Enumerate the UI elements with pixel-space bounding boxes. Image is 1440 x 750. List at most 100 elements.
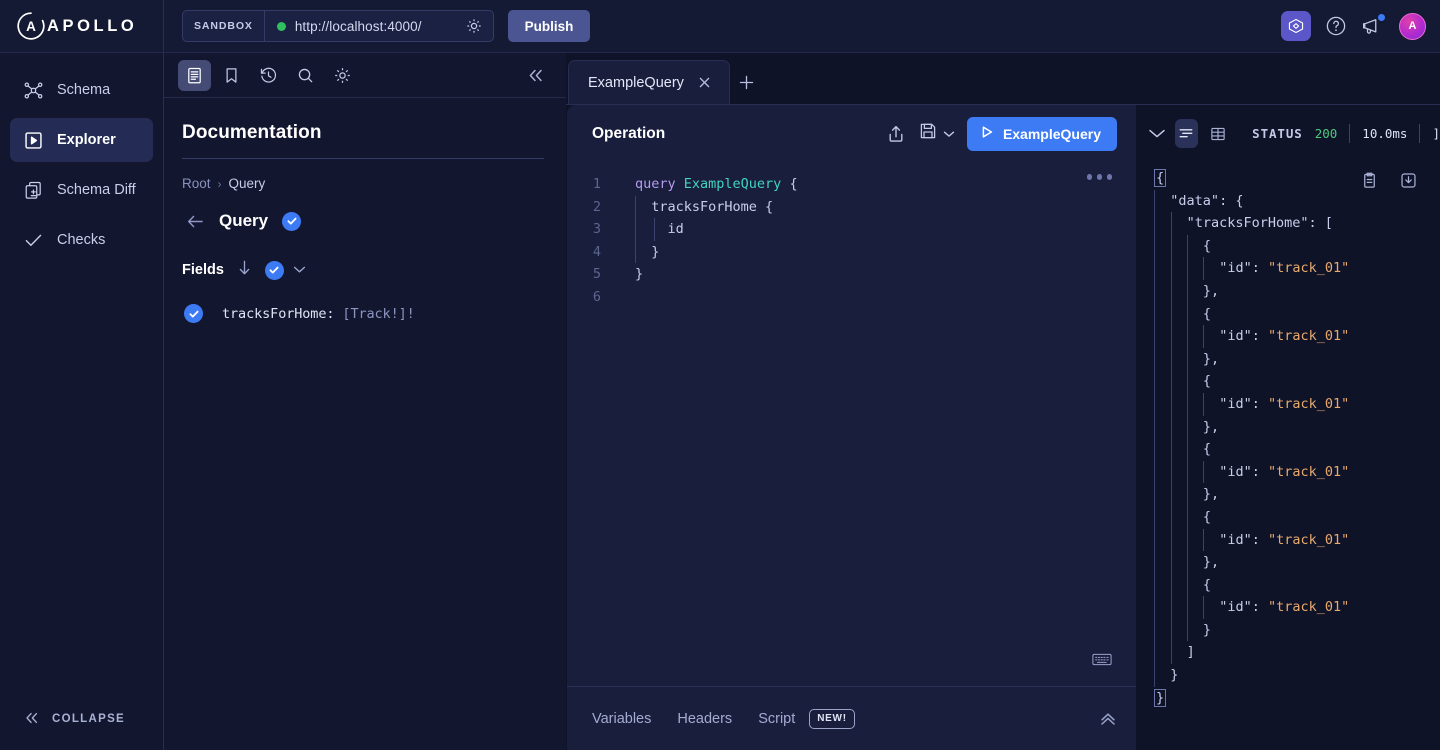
publish-button[interactable]: Publish [507, 10, 591, 42]
json-line: { [1152, 234, 1440, 258]
chevron-double-left-icon[interactable] [519, 60, 552, 91]
query-code[interactable]: 1 query ExampleQuery {2 tracksForHome {3 … [567, 162, 1136, 309]
sidebar-item-label: Schema Diff [57, 182, 136, 198]
brand-logo[interactable]: A APOLLO [0, 0, 164, 52]
chevron-down-icon[interactable] [1148, 128, 1166, 139]
endpoint-controls: SANDBOX http://localhost:4000/ Publish [164, 10, 591, 42]
sidebar-item-schema-diff[interactable]: Schema Diff [10, 168, 153, 212]
sidebar-collapse-button[interactable]: COLLAPSE [0, 704, 163, 734]
response-size: ] [1432, 126, 1440, 141]
arrow-left-icon[interactable] [186, 213, 205, 230]
svg-text:A: A [26, 19, 36, 34]
settings-gear-icon[interactable] [326, 60, 359, 91]
sidebar-item-explorer[interactable]: Explorer [10, 118, 153, 162]
status-label: STATUS [1252, 126, 1303, 141]
documentation-content: Documentation Root › Query Query Fields … [164, 98, 566, 323]
check-circle-icon[interactable] [282, 211, 302, 231]
field-type: [Track!]! [342, 305, 415, 322]
history-icon[interactable] [252, 60, 285, 91]
type-name: Query [219, 211, 269, 230]
status-code: 200 [1314, 126, 1338, 141]
json-line: } [1152, 664, 1440, 687]
apollo-logo-icon: A [16, 11, 46, 41]
tab-headers[interactable]: Headers [677, 711, 732, 727]
code-line: 5} [567, 263, 1136, 286]
json-line: }, [1152, 347, 1440, 371]
chevron-double-left-icon [24, 711, 40, 728]
save-operation-button[interactable] [918, 121, 955, 146]
response-duration: 10.0ms [1362, 126, 1408, 141]
list-item[interactable]: tracksForHome: [Track!]! [182, 304, 544, 323]
connection-status-dot [276, 21, 286, 31]
graphql-query-editor[interactable]: 1 query ExampleQuery {2 tracksForHome {3 … [567, 162, 1136, 686]
type-header: Query [182, 211, 544, 231]
code-text: id [611, 218, 684, 241]
json-line: { [1152, 573, 1440, 597]
code-text: } [611, 240, 659, 264]
keyboard-icon[interactable] [1092, 652, 1112, 672]
megaphone-icon[interactable] [1361, 13, 1386, 37]
sidebar-item-checks[interactable]: Checks [10, 218, 153, 262]
response-status: STATUS 200 10.0ms ] [1252, 124, 1440, 143]
kebab-dots-icon[interactable] [1086, 174, 1112, 180]
avatar[interactable]: A [1399, 12, 1426, 40]
notification-badge [1377, 13, 1386, 22]
tab-examplequery[interactable]: ExampleQuery [568, 60, 730, 104]
download-icon[interactable] [1399, 171, 1418, 190]
json-line: { [1152, 438, 1440, 461]
operation-tab-strip: ExampleQuery [566, 53, 1440, 105]
cube-icon[interactable] [1281, 11, 1311, 41]
status-badge: NEW! [809, 708, 855, 729]
arrow-down-icon[interactable] [237, 259, 252, 281]
help-circle-icon[interactable] [1325, 15, 1347, 37]
run-button-label: ExampleQuery [1002, 125, 1101, 142]
documentation-icon[interactable] [178, 59, 211, 91]
table-grid-icon[interactable] [1207, 119, 1230, 148]
json-line: "tracksForHome": [ [1152, 212, 1440, 235]
sidebar-item-schema[interactable]: Schema [10, 68, 153, 112]
code-line: 4 } [567, 240, 1136, 264]
code-text: query ExampleQuery { [635, 176, 798, 192]
explorer-play-icon [23, 130, 44, 151]
bookmark-icon[interactable] [215, 60, 248, 91]
check-circle-icon[interactable] [264, 260, 284, 280]
schema-diff-icon [23, 180, 44, 201]
explorer-main: ExampleQuery Operation ExampleQuery 1 qu… [566, 53, 1440, 750]
clipboard-icon[interactable] [1360, 171, 1379, 190]
share-upload-icon[interactable] [886, 124, 906, 144]
field-name: tracksForHome: [222, 305, 343, 322]
response-tools [1360, 171, 1418, 190]
tab-variables[interactable]: Variables [592, 711, 651, 727]
chevron-double-up-icon[interactable] [1099, 711, 1117, 727]
top-bar: A APOLLO SANDBOX http://localhost:4000/ [0, 0, 1440, 53]
code-line: 3 id [567, 218, 1136, 241]
chevron-down-icon[interactable] [293, 261, 306, 279]
run-operation-button[interactable]: ExampleQuery [966, 116, 1117, 151]
check-circle-icon[interactable] [184, 304, 203, 323]
json-line: { [1152, 505, 1440, 529]
search-icon[interactable] [289, 60, 322, 91]
tab-script[interactable]: Script [758, 711, 795, 727]
fields-header: Fields [182, 259, 544, 281]
response-body[interactable]: {"data": {"tracksForHome": [{"id": "trac… [1136, 162, 1440, 750]
gear-icon[interactable] [465, 17, 483, 35]
json-lines-icon[interactable] [1175, 119, 1198, 148]
code-text: tracksForHome { [611, 195, 773, 219]
breadcrumb-root[interactable]: Root [182, 176, 211, 191]
response-panel: STATUS 200 10.0ms ] {"data": {"tracksFor… [1136, 105, 1440, 750]
operation-title: Operation [592, 124, 666, 142]
line-number: 4 [592, 243, 601, 260]
checkmark-icon [23, 230, 44, 251]
json-line: }, [1152, 483, 1440, 506]
close-icon[interactable] [697, 75, 712, 90]
response-header: STATUS 200 10.0ms ] [1136, 105, 1440, 162]
endpoint-url-input[interactable]: http://localhost:4000/ [295, 19, 422, 34]
json-line: { [1152, 370, 1440, 393]
breadcrumb-current[interactable]: Query [229, 176, 266, 191]
response-json[interactable]: {"data": {"tracksForHome": [{"id": "trac… [1152, 162, 1440, 709]
sidebar-item-label: Checks [57, 232, 106, 248]
plus-icon[interactable] [730, 60, 764, 104]
sidebar-item-label: Schema [57, 82, 111, 98]
apollo-studio-sandbox: A APOLLO SANDBOX http://localhost:4000/ [0, 0, 1440, 750]
json-line: }, [1152, 415, 1440, 439]
